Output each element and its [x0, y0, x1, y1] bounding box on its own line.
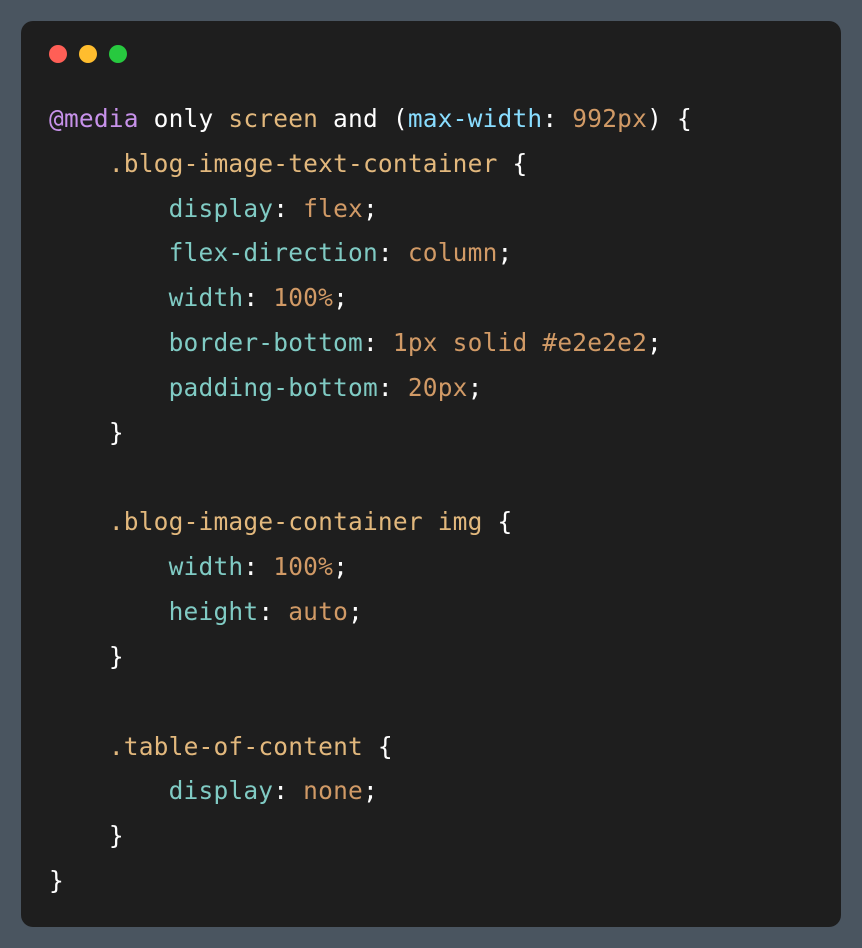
indent [49, 194, 169, 223]
property-token: flex-direction [169, 238, 378, 267]
minimize-icon[interactable] [79, 45, 97, 63]
code-line: display: flex; [49, 194, 378, 223]
punct-token: ) [647, 104, 662, 133]
code-line: width: 100%; [49, 552, 348, 581]
code-line: height: auto; [49, 597, 363, 626]
indent [49, 642, 109, 671]
indent [49, 149, 109, 178]
property-token: border-bottom [169, 328, 363, 357]
selector-token: .blog-image-container img [109, 507, 483, 536]
punct-token: ; [333, 283, 348, 312]
value-token: 992px [572, 104, 647, 133]
maximize-icon[interactable] [109, 45, 127, 63]
punct-token: : [243, 552, 273, 581]
punct-token: : [243, 283, 273, 312]
value-token: auto [288, 597, 348, 626]
brace-token: { [363, 732, 393, 761]
code-line: flex-direction: column; [49, 238, 512, 267]
brace-token: } [109, 418, 124, 447]
indent [49, 821, 109, 850]
code-line: } [49, 821, 124, 850]
property-token: height [169, 597, 259, 626]
indent [49, 328, 169, 357]
code-line: @media only screen and (max-width: 992px… [49, 104, 692, 133]
code-line: .blog-image-text-container { [49, 149, 527, 178]
punct-token: : [258, 597, 288, 626]
code-line: width: 100%; [49, 283, 348, 312]
indent [49, 507, 109, 536]
indent [49, 238, 169, 267]
code-line: padding-bottom: 20px; [49, 373, 483, 402]
value-token: 100% [273, 283, 333, 312]
punct-token: ; [498, 238, 513, 267]
value-token: flex [303, 194, 363, 223]
punct-token: : [542, 104, 572, 133]
indent [49, 283, 169, 312]
brace-token: { [483, 507, 513, 536]
punct-token: ( [393, 104, 408, 133]
value-token: 20px [408, 373, 468, 402]
punct-token: : [363, 328, 393, 357]
punct-token: ; [468, 373, 483, 402]
punct-token: ; [647, 328, 662, 357]
property-token: width [169, 283, 244, 312]
brace-token: { [662, 104, 692, 133]
code-content: @media only screen and (max-width: 992px… [21, 63, 841, 927]
code-line: border-bottom: 1px solid #e2e2e2; [49, 328, 662, 357]
window-controls [21, 21, 841, 63]
indent [49, 732, 109, 761]
punct-token: : [273, 194, 303, 223]
brace-token: } [109, 821, 124, 850]
brace-token: } [49, 866, 64, 895]
punct-token: ; [333, 552, 348, 581]
punct-token: : [378, 373, 408, 402]
value-token: none [303, 776, 363, 805]
code-window: @media only screen and (max-width: 992px… [21, 21, 841, 927]
code-line: } [49, 642, 124, 671]
code-line: display: none; [49, 776, 378, 805]
punct-token: ; [348, 597, 363, 626]
plain-token: and [318, 104, 393, 133]
property-token: width [169, 552, 244, 581]
punct-token: : [273, 776, 303, 805]
value-token: 1px solid #e2e2e2 [393, 328, 647, 357]
indent [49, 776, 169, 805]
keyword-token: screen [228, 104, 318, 133]
code-line: } [49, 866, 64, 895]
value-token: 100% [273, 552, 333, 581]
plain-token: only [139, 104, 229, 133]
indent [49, 597, 169, 626]
feature-token: max-width [408, 104, 543, 133]
property-token: display [169, 194, 274, 223]
brace-token: } [109, 642, 124, 671]
selector-token: .blog-image-text-container [109, 149, 498, 178]
code-line: .blog-image-container img { [49, 507, 512, 536]
property-token: padding-bottom [169, 373, 378, 402]
selector-token: .table-of-content [109, 732, 363, 761]
code-line: .table-of-content { [49, 732, 393, 761]
indent [49, 418, 109, 447]
value-token: column [408, 238, 498, 267]
punct-token: ; [363, 194, 378, 223]
punct-token: ; [363, 776, 378, 805]
code-line: } [49, 418, 124, 447]
punct-token: : [378, 238, 408, 267]
property-token: display [169, 776, 274, 805]
close-icon[interactable] [49, 45, 67, 63]
atrule-token: @media [49, 104, 139, 133]
indent [49, 552, 169, 581]
indent [49, 373, 169, 402]
brace-token: { [498, 149, 528, 178]
